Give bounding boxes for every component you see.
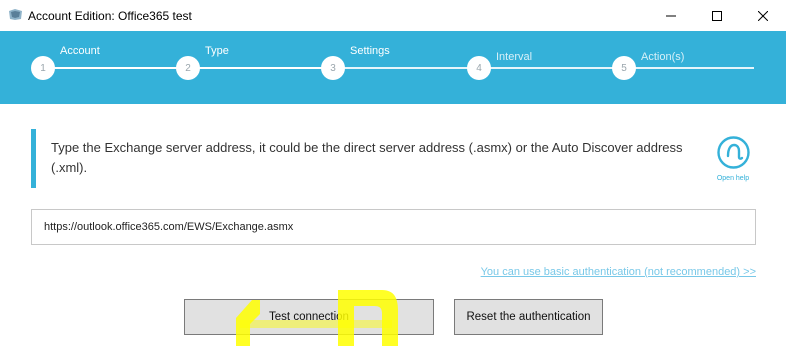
- step-2-label: Type: [205, 45, 229, 57]
- step-1-circle[interactable]: 1: [31, 56, 55, 80]
- minimize-icon: [666, 15, 676, 16]
- minimize-button[interactable]: [648, 0, 694, 31]
- wizard-progress: 1 Account 2 Type 3 Settings 4 Interval 5…: [0, 31, 786, 104]
- window-title: Account Edition: Office365 test: [28, 9, 192, 23]
- server-address-input[interactable]: [31, 209, 756, 245]
- step-2-circle[interactable]: 2: [176, 56, 200, 80]
- step-4-label: Interval: [496, 51, 533, 63]
- maximize-button[interactable]: [694, 0, 740, 31]
- title-bar: Account Edition: Office365 test: [0, 0, 786, 31]
- progress-line-remaining: [334, 67, 754, 69]
- info-accent-bar: [31, 129, 36, 188]
- step-5-circle[interactable]: 5: [612, 56, 636, 80]
- close-icon: [758, 10, 768, 21]
- close-button[interactable]: [740, 0, 786, 31]
- step-1-label: Account: [60, 45, 100, 57]
- info-text: Type the Exchange server address, it cou…: [51, 140, 683, 175]
- step-3-circle[interactable]: 3: [321, 56, 345, 80]
- help-icon: [716, 136, 750, 169]
- help-label: Open help: [716, 175, 750, 182]
- basic-auth-link[interactable]: You can use basic authentication (not re…: [481, 266, 756, 278]
- step-5-label: Action(s): [641, 51, 685, 63]
- open-help-button[interactable]: Open help: [710, 136, 756, 182]
- app-icon: [9, 9, 22, 20]
- reset-authentication-button[interactable]: Reset the authentication: [454, 299, 603, 335]
- step-4-circle[interactable]: 4: [467, 56, 491, 80]
- test-connection-button[interactable]: Test connection: [184, 299, 434, 335]
- maximize-icon: [712, 10, 722, 21]
- step-3-label: Settings: [350, 45, 390, 57]
